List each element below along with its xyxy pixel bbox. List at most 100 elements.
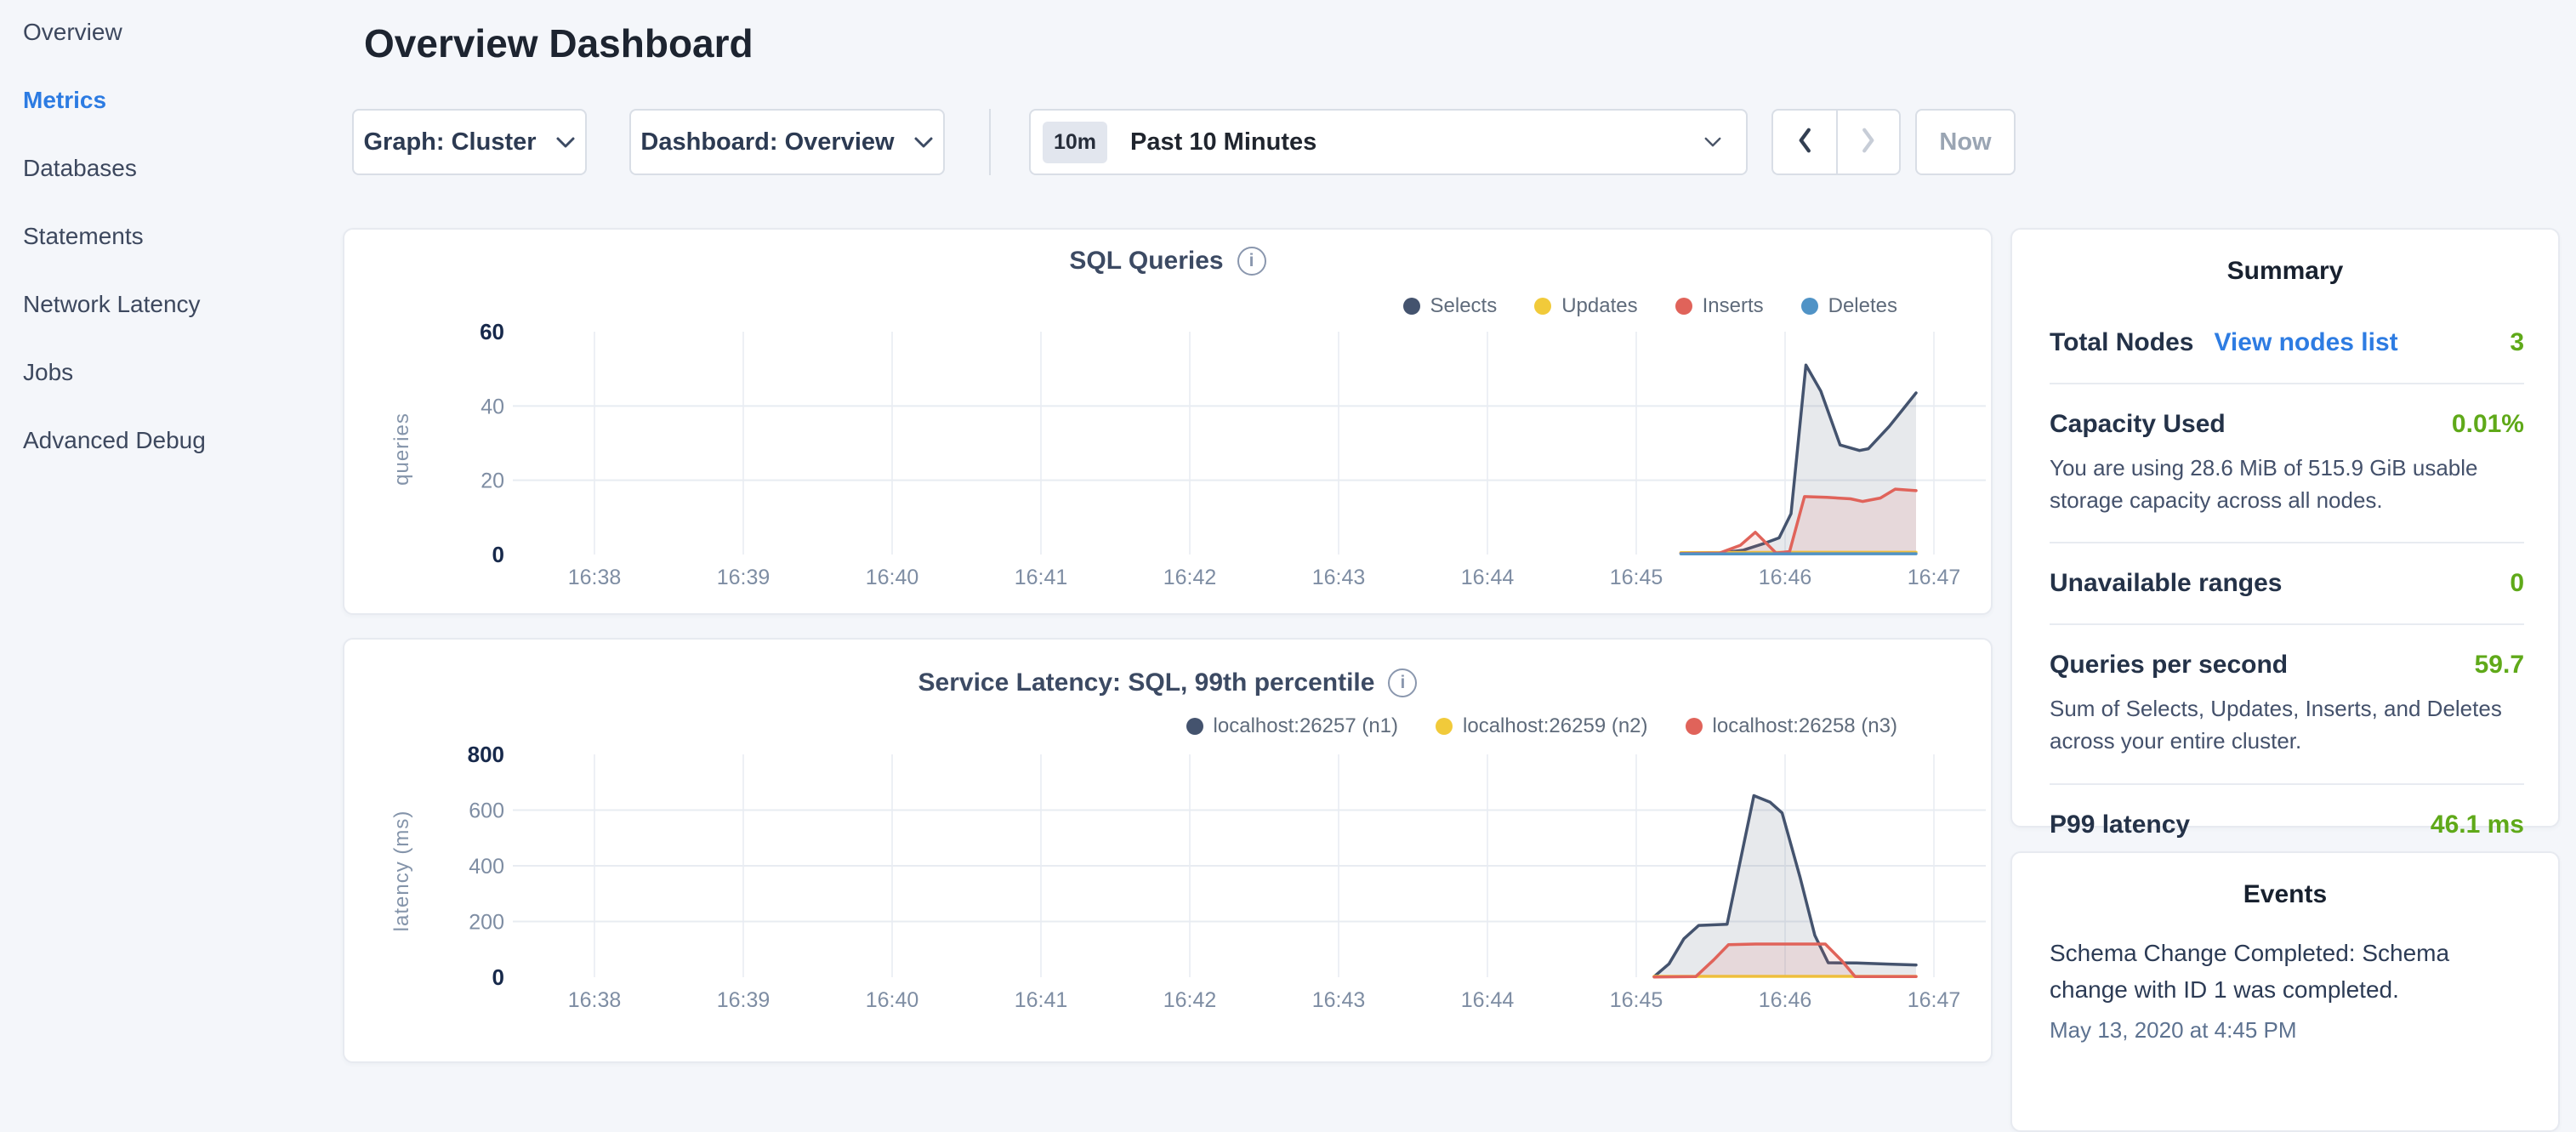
chart-legend: localhost:26257 (n1) localhost:26259 (n2)… [1186,714,1897,738]
summary-label: Capacity Used [2050,410,2226,439]
x-tick-label: 16:40 [866,988,919,1012]
x-tick-label: 16:47 [1908,988,1961,1012]
info-icon[interactable]: i [1237,247,1266,276]
graph-dropdown-label: Graph: Cluster [363,128,536,156]
event-text: Schema Change Completed: Schema change w… [2050,935,2454,1009]
chevron-down-icon [555,136,576,149]
legend-item-deletes: Deletes [1801,294,1897,318]
event-item[interactable]: Schema Change Completed: Schema change w… [2050,935,2524,1044]
legend-item-updates: Updates [1534,294,1637,318]
summary-rows: Total NodesView nodes list3Capacity Used… [2050,303,2524,865]
series-deletes [1681,554,1917,555]
legend-label: Inserts [1703,294,1764,318]
y-tick-label: 0 [492,542,504,567]
legend-dot [1403,298,1420,315]
chevron-down-icon [1703,136,1722,148]
chart-title-row: SQL Queries i [344,247,1991,276]
legend-label: localhost:26259 (n2) [1463,714,1647,738]
chart-legend: Selects Updates Inserts Deletes [1403,294,1898,318]
service-latency-chart-card: Service Latency: SQL, 99th percentile i … [343,638,1993,1063]
time-step-buttons [1771,109,1901,175]
sidebar-item-overview[interactable]: Overview [23,15,340,49]
summary-row-head: Capacity Used 0.01% [2050,410,2524,439]
legend-label: Selects [1430,294,1498,318]
sidebar-item-metrics[interactable]: Metrics [23,83,340,117]
chevron-right-icon [1860,127,1877,158]
now-button[interactable]: Now [1915,109,2016,175]
events-title: Events [2012,853,2558,909]
x-tick-label: 16:38 [568,566,622,589]
summary-row-head: P99 latency 46.1 ms [2050,811,2524,839]
summary-label: Unavailable ranges [2050,569,2282,598]
info-icon[interactable]: i [1388,668,1417,697]
time-range-picker[interactable]: 10m Past 10 Minutes [1029,109,1748,175]
x-tick-label: 16:43 [1312,566,1366,589]
x-tick-label: 16:45 [1610,566,1663,589]
summary-value: 0.01% [2452,410,2524,439]
legend-item-inserts: Inserts [1675,294,1764,318]
event-timestamp: May 13, 2020 at 4:45 PM [2050,1017,2524,1044]
legend-dot [1801,298,1818,315]
summary-label: Total Nodes [2050,328,2193,357]
summary-row: Unavailable ranges 0 [2050,543,2524,625]
x-tick-label: 16:44 [1461,566,1515,589]
x-tick-label: 16:47 [1908,566,1961,589]
sidebar-item-advanced-debug[interactable]: Advanced Debug [23,424,340,458]
legend-item-localhost-26259-n2: localhost:26259 (n2) [1436,714,1647,738]
summary-row-head: Total NodesView nodes list3 [2050,328,2524,357]
summary-label: Queries per second [2050,651,2288,680]
summary-row-head: Queries per second 59.7 [2050,651,2524,680]
y-axis-label: latency (ms) [390,786,414,956]
dashboard-dropdown[interactable]: Dashboard: Overview [629,109,945,175]
y-tick-label: 40 [481,395,504,418]
summary-value: 0 [2510,569,2524,598]
time-range-badge: 10m [1043,122,1107,163]
summary-row: Capacity Used0.01%You are using 28.6 MiB… [2050,384,2524,543]
y-tick-label: 600 [469,799,504,823]
chart-title-row: Service Latency: SQL, 99th percentile i [344,668,1991,697]
legend-label: localhost:26258 (n3) [1713,714,1897,738]
sidebar: Overview Metrics Databases Statements Networ… [0,0,340,492]
chart-title: Service Latency: SQL, 99th percentile [918,668,1375,697]
chevron-left-icon [1796,127,1813,158]
legend-item-selects: Selects [1403,294,1498,318]
legend-dot [1186,718,1203,735]
x-tick-label: 16:39 [717,988,771,1012]
time-range-label: Past 10 Minutes [1130,128,1316,156]
summary-value: 59.7 [2475,651,2524,680]
x-tick-label: 16:43 [1312,988,1366,1012]
sidebar-item-statements[interactable]: Statements [23,219,340,253]
time-step-forward-button[interactable] [1836,109,1901,175]
chart-plot[interactable]: 16:3816:3916:4016:4116:4216:4316:4416:45… [463,742,1986,1022]
y-tick-label: 60 [480,319,504,344]
summary-link-view-nodes-list[interactable]: View nodes list [2214,328,2397,357]
legend-dot [1534,298,1551,315]
x-tick-label: 16:45 [1610,988,1663,1012]
x-tick-label: 16:46 [1759,566,1812,589]
legend-item-localhost-26258-n3: localhost:26258 (n3) [1686,714,1897,738]
chevron-down-icon [913,136,934,149]
chart-plot[interactable]: 16:3816:3916:4016:4116:4216:4316:4416:45… [463,319,1986,600]
legend-label: Deletes [1828,294,1897,318]
sidebar-item-databases[interactable]: Databases [23,151,340,185]
legend-item-localhost-26257-n1: localhost:26257 (n1) [1186,714,1398,738]
time-step-back-button[interactable] [1771,109,1836,175]
summary-value: 46.1 ms [2431,811,2524,839]
now-button-label: Now [1939,128,1991,156]
dashboard-dropdown-label: Dashboard: Overview [640,128,894,156]
events-panel: Events Schema Change Completed: Schema c… [2010,851,2560,1132]
summary-label: P99 latency [2050,811,2190,839]
x-tick-label: 16:41 [1015,566,1068,589]
sidebar-item-network-latency[interactable]: Network Latency [23,287,340,321]
graph-dropdown[interactable]: Graph: Cluster [352,109,587,175]
y-tick-label: 200 [469,911,504,935]
y-tick-label: 20 [481,469,504,493]
x-tick-label: 16:38 [568,988,622,1012]
chart-title: SQL Queries [1069,247,1223,276]
x-tick-label: 16:44 [1461,988,1515,1012]
events-list: Schema Change Completed: Schema change w… [2012,935,2558,1044]
y-tick-label: 800 [468,742,504,767]
sidebar-item-jobs[interactable]: Jobs [23,356,340,390]
toolbar-divider [989,109,991,175]
page-title: Overview Dashboard [364,20,753,66]
